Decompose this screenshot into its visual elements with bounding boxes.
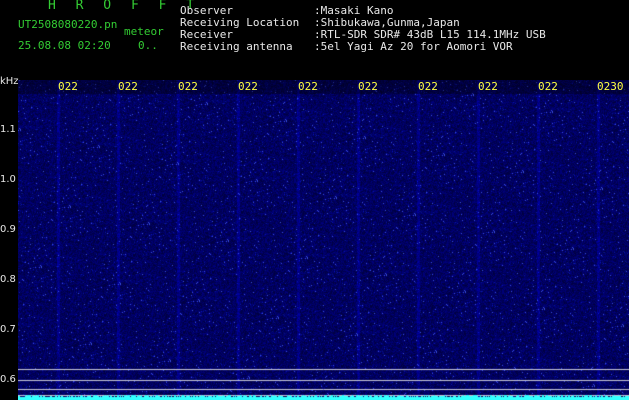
y-tick: 0.8 (0, 274, 16, 285)
x-tick: 0230 (597, 80, 624, 93)
antenna-value: :5el Yagi Az 20 for Aomori VOR (314, 40, 513, 53)
x-tick: 022 (358, 80, 378, 93)
waterfall-spectrogram (18, 80, 629, 400)
axis-unit: kHz (0, 76, 19, 87)
x-tick: 022 (478, 80, 498, 93)
x-tick: 022 (58, 80, 78, 93)
observation-datetime: 25.08.08 02:20 (18, 39, 111, 52)
meteor-count: 0.. (138, 39, 158, 52)
x-tick: 022 (418, 80, 438, 93)
antenna-label: Receiving antenna (180, 40, 293, 53)
x-tick: 022 (178, 80, 198, 93)
y-tick: 1.0 (0, 174, 16, 185)
file-name: UT2508080220.pn (18, 18, 118, 31)
x-tick: 022 (238, 80, 258, 93)
y-tick: 0.7 (0, 324, 16, 335)
y-tick: 1.1 (0, 124, 16, 135)
x-tick: 022 (118, 80, 138, 93)
frequency-axis: kHz 1.1 1.0 0.9 0.8 0.7 0.6 (0, 76, 19, 400)
x-tick: 022 (298, 80, 318, 93)
header-panel: H R O F F T UT2508080220.pn meteor 25.08… (0, 0, 629, 80)
y-tick: 0.9 (0, 224, 16, 235)
app-logo: H R O F F T (48, 0, 201, 13)
mode-tag: meteor (124, 25, 164, 38)
y-tick: 0.6 (0, 374, 16, 385)
x-tick: 022 (538, 80, 558, 93)
